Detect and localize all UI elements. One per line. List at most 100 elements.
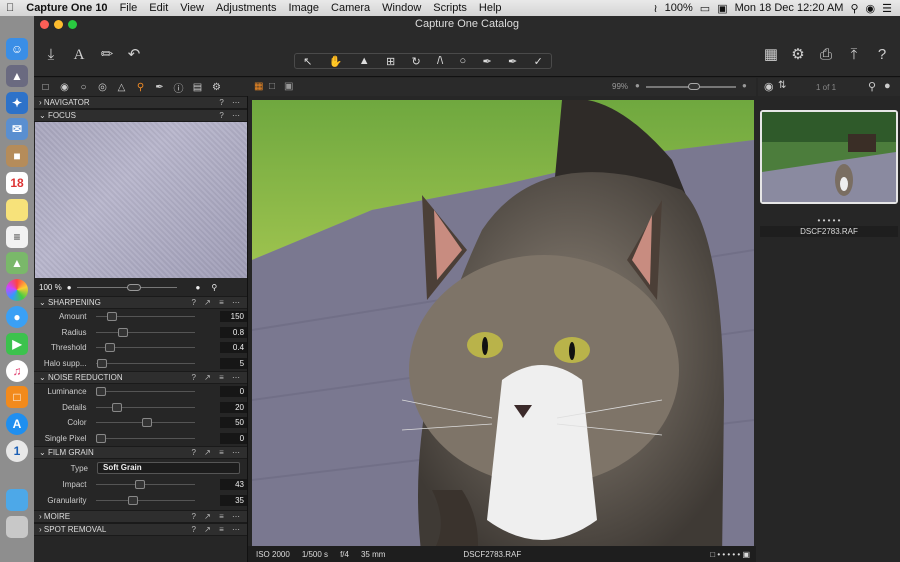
loupe-cursor-icon[interactable]: ▲: [359, 55, 370, 67]
slider-knob[interactable]: [97, 358, 108, 368]
slider-value[interactable]: 35: [219, 494, 248, 506]
launchpad-icon[interactable]: ▲: [6, 64, 28, 87]
local-adjust-tab-icon[interactable]: ✒: [152, 82, 167, 93]
color-tab-icon[interactable]: ◎: [95, 82, 110, 93]
viewer-person-icon[interactable]: ●: [635, 81, 640, 90]
slider-track[interactable]: [95, 387, 195, 397]
mail-icon[interactable]: ✉: [6, 118, 28, 141]
grain-type-select[interactable]: Soft Grain: [97, 462, 240, 474]
slider-value[interactable]: 43: [219, 479, 248, 491]
slider-knob[interactable]: [112, 402, 123, 412]
itunes-icon[interactable]: ♫: [6, 359, 28, 382]
pan-cursor-icon[interactable]: ✋: [329, 55, 343, 68]
lens-tab-icon[interactable]: ○: [76, 82, 91, 93]
sort-icon[interactable]: ⇅: [778, 80, 786, 91]
messages-icon[interactable]: ●: [6, 305, 28, 328]
capture-one-dock-icon[interactable]: 1: [6, 439, 28, 462]
slider-value[interactable]: 0.4: [219, 342, 248, 354]
slider-knob[interactable]: [117, 327, 128, 337]
film-grain-header[interactable]: ⌄ FILM GRAIN? ↗ ≡ ⋯: [34, 446, 247, 459]
slider-knob[interactable]: [104, 343, 115, 353]
exposure-tab-icon[interactable]: △: [114, 82, 129, 93]
multi-view-icon[interactable]: ▦: [254, 81, 263, 92]
safari-icon[interactable]: ✦: [6, 91, 28, 114]
menu-image[interactable]: Image: [282, 2, 325, 14]
focus-header[interactable]: ⌄ FOCUS? ⋯: [34, 109, 247, 122]
help-icon[interactable]: ?: [872, 45, 892, 65]
noise-reduction-header[interactable]: ⌄ NOISE REDUCTION? ↗ ≡ ⋯: [34, 371, 247, 384]
slider-knob[interactable]: [127, 495, 138, 505]
text-icon[interactable]: A: [69, 45, 89, 65]
adjustments-tab-icon[interactable]: ⓘ: [171, 80, 186, 95]
reminders-icon[interactable]: ≡: [6, 225, 28, 248]
slider-track[interactable]: [95, 433, 195, 443]
minimize-button[interactable]: [54, 20, 63, 29]
brush-cursor-icon[interactable]: ✒: [482, 55, 491, 68]
slider-track[interactable]: [95, 495, 195, 505]
contacts-icon[interactable]: ■: [6, 145, 28, 168]
crop-cursor-icon[interactable]: ⊞: [386, 55, 395, 68]
navigator-header[interactable]: › NAVIGATOR? ⋯: [34, 96, 247, 109]
slider-track[interactable]: [95, 480, 195, 490]
export-icon[interactable]: ⤒: [844, 45, 864, 65]
thumbnail-rating[interactable]: • • • • •: [760, 216, 898, 225]
browser-person-icon[interactable]: ●: [884, 80, 891, 92]
notes-icon[interactable]: [6, 198, 28, 221]
slider-knob[interactable]: [95, 387, 106, 397]
trash-icon[interactable]: [6, 515, 28, 538]
slider-knob[interactable]: [135, 480, 146, 490]
menu-window[interactable]: Window: [376, 2, 427, 14]
browser-search-icon[interactable]: ⚲: [868, 80, 876, 93]
section-icons[interactable]: ? ⋯: [219, 97, 243, 109]
sharpening-header[interactable]: ⌄ SHARPENING? ↗ ≡ ⋯: [34, 296, 247, 309]
app-store-icon[interactable]: A: [6, 413, 28, 436]
menu-edit[interactable]: Edit: [143, 2, 174, 14]
menu-adjustments[interactable]: Adjustments: [210, 2, 283, 14]
rotate-cursor-icon[interactable]: ↻: [412, 55, 421, 68]
facetime-icon[interactable]: ▶: [6, 332, 28, 355]
select-cursor-icon[interactable]: ↖: [303, 55, 312, 68]
slider-track[interactable]: [95, 312, 195, 322]
maps-icon[interactable]: ▲: [6, 252, 28, 275]
cat-photo[interactable]: [252, 100, 754, 560]
moire-header[interactable]: › MOIRE? ↗ ≡ ⋯: [34, 510, 247, 523]
gear-icon[interactable]: ⚙: [788, 45, 808, 65]
picker-cursor-icon[interactable]: ✒: [508, 55, 517, 68]
person-large-icon[interactable]: ●: [196, 283, 201, 292]
focus-search-icon[interactable]: ⚲: [211, 283, 217, 292]
proof-view-icon[interactable]: ▣: [284, 81, 293, 92]
undo-icon[interactable]: ↶: [124, 45, 144, 65]
thumbnail[interactable]: [760, 110, 898, 204]
details-tab-icon[interactable]: ⚲: [133, 82, 148, 93]
slider-track[interactable]: [95, 358, 195, 368]
ibooks-icon[interactable]: □: [6, 386, 28, 409]
single-view-icon[interactable]: □: [269, 81, 275, 92]
calendar-icon[interactable]: 18: [6, 171, 28, 194]
photos-icon[interactable]: [6, 279, 28, 302]
focus-zoom-slider[interactable]: [76, 283, 177, 291]
keystone-cursor-icon[interactable]: /\: [437, 55, 443, 67]
close-button[interactable]: [40, 20, 49, 29]
menu-file[interactable]: File: [114, 2, 144, 14]
library-tab-icon[interactable]: □: [38, 82, 53, 93]
spot-removal-header[interactable]: › SPOT REMOVAL? ↗ ≡ ⋯: [34, 523, 247, 536]
output-tab-icon[interactable]: ⚙: [209, 82, 224, 93]
zoom-button[interactable]: [68, 20, 77, 29]
apple-menu-icon[interactable]: : [0, 2, 20, 14]
eye-icon[interactable]: ◉: [764, 80, 774, 93]
finder-icon[interactable]: ☺: [6, 38, 28, 60]
slider-value[interactable]: 20: [219, 401, 248, 413]
slider-value[interactable]: 0: [219, 432, 248, 444]
slider-track[interactable]: [95, 327, 195, 337]
slider-knob[interactable]: [106, 312, 117, 322]
menu-help[interactable]: Help: [473, 2, 508, 14]
viewer-zoom-slider[interactable]: [646, 83, 736, 90]
slider-knob[interactable]: [95, 433, 106, 443]
slider-value[interactable]: 5: [219, 357, 248, 369]
slider-value[interactable]: 0.8: [219, 326, 248, 338]
slider-track[interactable]: [95, 402, 195, 412]
notifications-icon[interactable]: ☰: [882, 2, 892, 15]
grid-icon[interactable]: ▦: [761, 45, 781, 65]
viewer-person-large-icon[interactable]: ●: [742, 81, 747, 90]
downloads-folder-icon[interactable]: [6, 488, 28, 511]
